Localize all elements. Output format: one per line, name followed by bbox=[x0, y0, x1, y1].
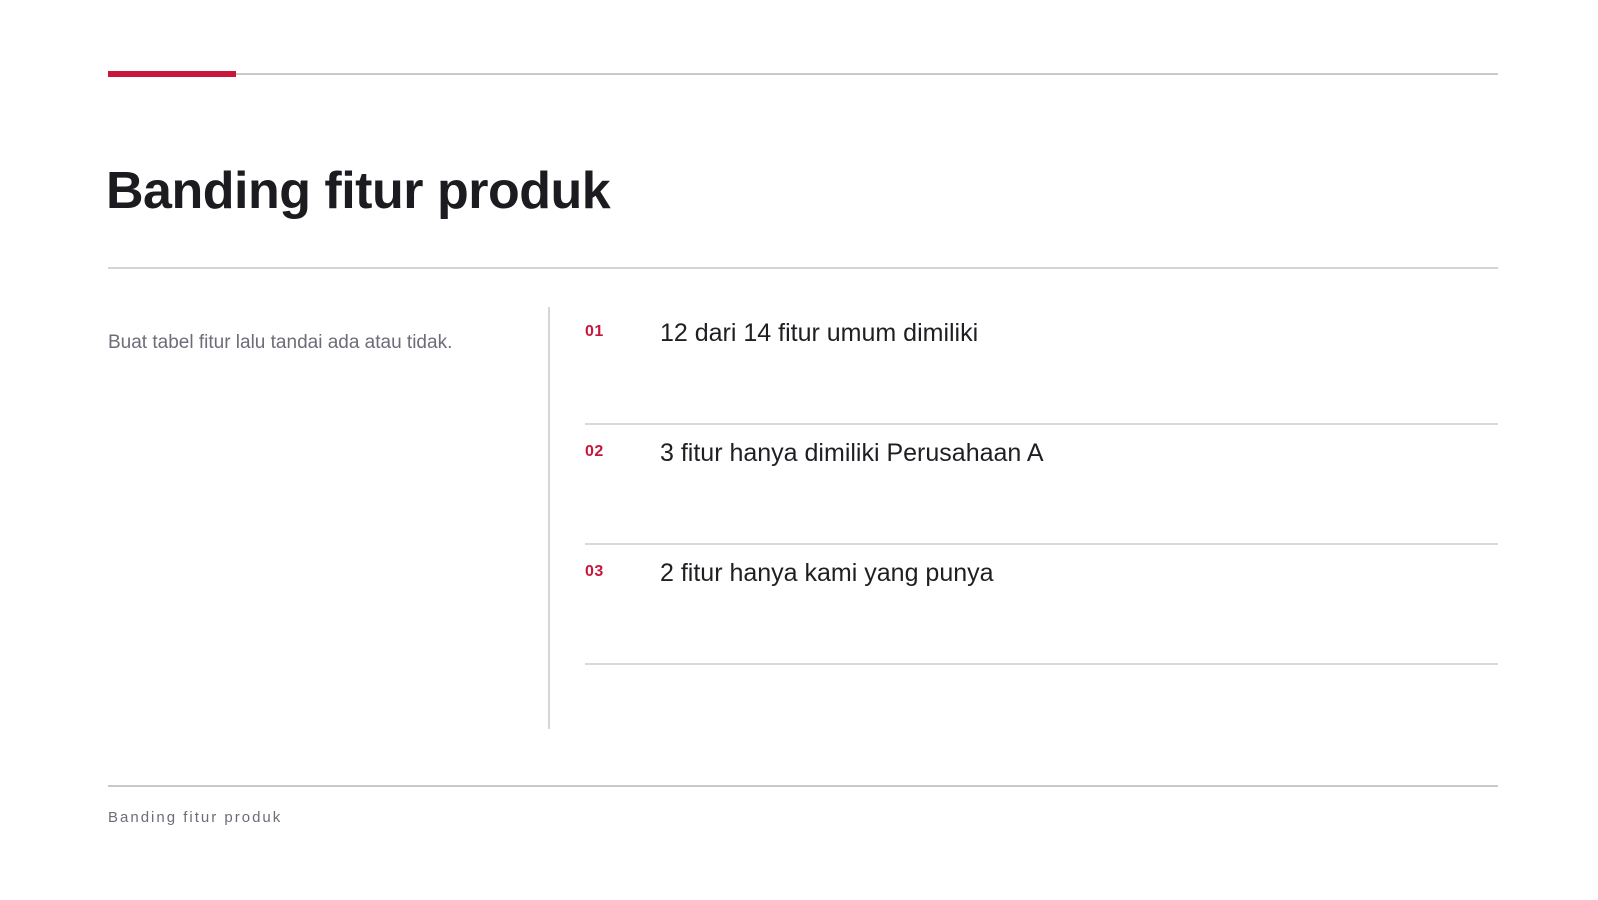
slide-title: Banding fitur produk bbox=[106, 162, 611, 220]
item-text: 3 fitur hanya dimiliki Perusahaan A bbox=[660, 439, 1044, 467]
list-item-1: 01 12 dari 14 fitur umum dimiliki bbox=[585, 305, 1498, 425]
list-item-2: 02 3 fitur hanya dimiliki Perusahaan A bbox=[585, 425, 1498, 545]
item-number: 03 bbox=[585, 563, 604, 580]
footer-divider bbox=[108, 785, 1498, 787]
item-number: 02 bbox=[585, 443, 604, 460]
footer-label: Banding fitur produk bbox=[108, 809, 283, 826]
slide-note: Buat tabel fitur lalu tandai ada atau ti… bbox=[108, 332, 453, 353]
top-rule bbox=[108, 73, 1498, 75]
item-number: 01 bbox=[585, 323, 604, 340]
title-divider bbox=[108, 267, 1498, 269]
item-text: 12 dari 14 fitur umum dimiliki bbox=[660, 319, 979, 347]
column-divider bbox=[548, 307, 550, 729]
item-text: 2 fitur hanya kami yang punya bbox=[660, 559, 994, 587]
list-item-3: 03 2 fitur hanya kami yang punya bbox=[585, 545, 1498, 665]
top-accent-bar bbox=[108, 71, 236, 77]
